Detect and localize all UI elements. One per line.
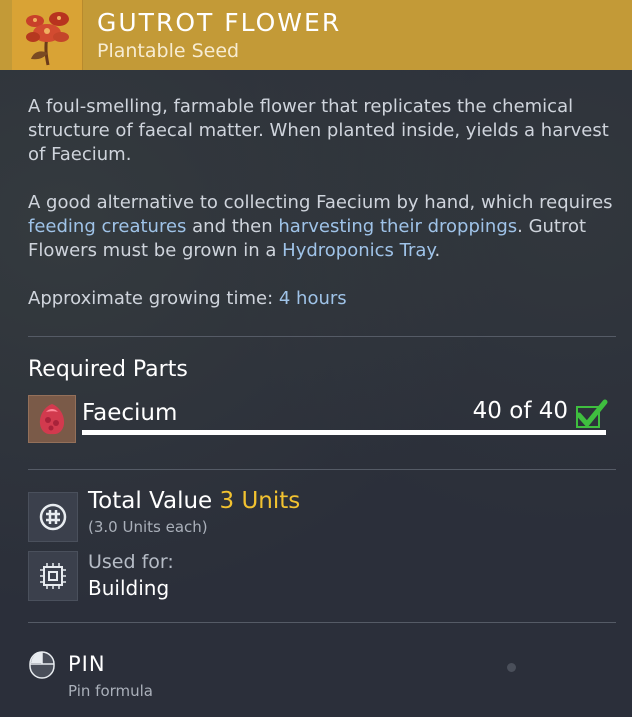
part-progress-bar — [82, 430, 606, 435]
building-chip-icon — [28, 551, 78, 601]
used-for-label: Used for: — [88, 551, 174, 573]
pin-button[interactable]: PIN — [68, 652, 106, 676]
part-name: Faecium — [82, 400, 178, 426]
faecium-icon — [28, 395, 76, 443]
item-name: GUTROT FLOWER — [97, 8, 342, 37]
required-parts-title: Required Parts — [28, 357, 188, 382]
part-count: 40 of 40 — [472, 398, 568, 424]
growing-time: Approximate growing time: 4 hours — [28, 287, 618, 311]
item-header: GUTROT FLOWER Plantable Seed — [0, 0, 632, 70]
units-currency-icon — [28, 492, 78, 542]
description-text: and then — [186, 216, 279, 237]
divider — [28, 336, 616, 337]
hydroponics-tray-link[interactable]: Hydroponics Tray — [282, 240, 434, 261]
growing-time-label: Approximate growing time: — [28, 288, 279, 309]
pin-subtitle: Pin formula — [68, 682, 153, 700]
value-each: (3.0 Units each) — [88, 518, 208, 536]
item-category: Plantable Seed — [97, 40, 240, 62]
divider — [28, 469, 616, 470]
feeding-creatures-link[interactable]: feeding creatures — [28, 216, 186, 237]
page-indicator-dot — [507, 663, 516, 672]
total-value: Total Value 3 Units — [88, 488, 300, 514]
gutrot-flower-icon — [12, 0, 83, 70]
check-icon — [574, 399, 608, 433]
harvesting-droppings-link[interactable]: harvesting their droppings — [278, 216, 517, 237]
description-paragraph-1: A foul-smelling, farmable flower that re… — [28, 96, 609, 165]
description-paragraph-2: A good alternative to collecting Faecium… — [28, 191, 618, 263]
total-value-units: 3 Units — [219, 488, 301, 514]
divider — [28, 622, 616, 623]
mouse-icon[interactable] — [28, 650, 56, 684]
description-text: A good alternative to collecting Faecium… — [28, 192, 613, 213]
used-for-value: Building — [88, 576, 170, 600]
description-text: . — [434, 240, 441, 261]
growing-time-value: 4 hours — [278, 288, 347, 309]
total-value-label: Total Value — [88, 488, 213, 514]
